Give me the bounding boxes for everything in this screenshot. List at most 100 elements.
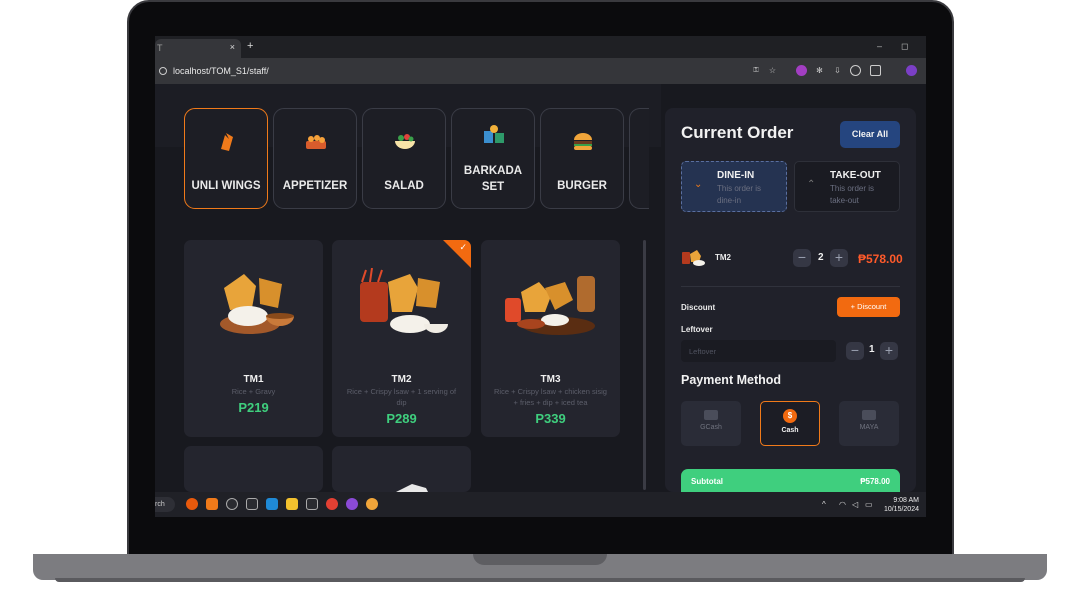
extension-circle-icon[interactable] bbox=[850, 65, 861, 76]
check-icon: ✓ bbox=[459, 242, 467, 252]
subtotal-value: ₱578.00 bbox=[860, 477, 890, 486]
profile-avatar[interactable] bbox=[906, 65, 917, 76]
terminal-icon[interactable] bbox=[246, 498, 258, 510]
chrome-profile-2-icon[interactable] bbox=[366, 498, 378, 510]
browser-tab[interactable]: T × bbox=[155, 39, 241, 58]
volume-icon[interactable]: ◁ bbox=[852, 500, 858, 509]
brave-icon[interactable] bbox=[186, 498, 198, 510]
increase-qty-button[interactable]: + bbox=[830, 249, 848, 267]
category-label: UNLI WINGS bbox=[191, 180, 261, 192]
partial-food-image bbox=[396, 484, 428, 492]
order-type-dine-in[interactable]: ⌄ DINE-IN This order is dine-in bbox=[681, 161, 787, 212]
chevron-down-icon: ⌄ bbox=[694, 179, 703, 190]
vscode-icon[interactable] bbox=[266, 498, 278, 510]
taskbar-clock[interactable]: 9:08 AM 10/15/2024 bbox=[884, 496, 919, 514]
url-field[interactable]: localhost/TOM_S1/staff/ bbox=[159, 66, 269, 76]
category-barkada-set[interactable]: BARKADA SET bbox=[451, 108, 535, 209]
category-burger[interactable]: BURGER bbox=[540, 108, 624, 209]
product-price: P289 bbox=[386, 411, 417, 426]
laptop-notch bbox=[473, 554, 607, 565]
category-salad[interactable]: SALAD bbox=[362, 108, 446, 209]
leftover-label: Leftover bbox=[681, 325, 713, 334]
order-item-price: ₱578.00 bbox=[858, 252, 903, 266]
order-type-take-out[interactable]: ⌃ TAKE-OUT This order is take-out bbox=[794, 161, 900, 212]
product-price: P219 bbox=[238, 400, 269, 415]
payment-maya[interactable]: MAYA bbox=[839, 401, 899, 446]
battery-icon[interactable]: ▭ bbox=[865, 500, 873, 509]
leftover-input[interactable]: Leftover bbox=[681, 340, 836, 362]
wallet-icon bbox=[862, 410, 876, 420]
category-label: BARKADA SET bbox=[463, 165, 523, 193]
site-info-icon[interactable] bbox=[159, 67, 167, 75]
burger-icon bbox=[569, 129, 597, 153]
leftover-increase-button[interactable]: + bbox=[880, 342, 898, 360]
tm2-food-image bbox=[360, 268, 448, 333]
tm3-food-image bbox=[505, 276, 595, 335]
extension-gear-icon[interactable]: ✻ bbox=[814, 65, 825, 76]
product-name: TM1 bbox=[243, 374, 264, 385]
order-type-desc: This order is take-out bbox=[830, 184, 875, 205]
tray-overflow-icon[interactable]: ^ bbox=[822, 500, 826, 509]
pos-app: UNLI WINGS APPETIZER SALAD BARKADA SET B… bbox=[155, 84, 926, 492]
appetizer-icon bbox=[302, 129, 330, 153]
tab-close-icon[interactable]: × bbox=[230, 42, 235, 52]
clock-date: 10/15/2024 bbox=[883, 506, 919, 513]
wings-icon bbox=[213, 129, 241, 153]
browser-titlebar: T × + – ◻ bbox=[155, 36, 926, 58]
payment-label: Cash bbox=[781, 427, 799, 434]
wifi-icon[interactable]: ◠ bbox=[839, 500, 846, 509]
order-item-name: TM2 bbox=[715, 253, 731, 262]
card-icon bbox=[704, 410, 718, 420]
bookmark-star-icon[interactable]: ☆ bbox=[767, 65, 778, 76]
product-scrollbar[interactable] bbox=[643, 240, 646, 490]
search-text: rch bbox=[155, 501, 165, 508]
extensions-puzzle-icon[interactable] bbox=[870, 65, 881, 76]
salad-icon bbox=[391, 129, 419, 153]
order-type-desc: This order is dine-in bbox=[717, 184, 762, 205]
taskbar-search[interactable]: rch bbox=[155, 497, 175, 512]
product-price: P339 bbox=[535, 411, 566, 426]
order-type-title: TAKE-OUT bbox=[830, 170, 881, 181]
leftover-decrease-button[interactable]: − bbox=[846, 342, 864, 360]
product-card-tm3[interactable]: TM3 Rice + Crispy lsaw + chicken sisig +… bbox=[481, 240, 620, 437]
payment-label: MAYA bbox=[859, 424, 879, 431]
chrome-profile-icon[interactable] bbox=[346, 498, 358, 510]
clear-all-button[interactable]: Clear All bbox=[840, 121, 900, 148]
xampp-icon[interactable] bbox=[206, 498, 218, 510]
category-unli-wings[interactable]: UNLI WINGS bbox=[184, 108, 268, 209]
order-item-qty: 2 bbox=[818, 252, 824, 263]
new-tab-button[interactable]: + bbox=[247, 40, 253, 52]
product-card-partial[interactable] bbox=[332, 446, 471, 492]
category-label: SALAD bbox=[384, 180, 424, 192]
file-explorer-icon[interactable] bbox=[286, 498, 298, 510]
decrease-qty-button[interactable]: − bbox=[793, 249, 811, 267]
chevron-up-icon: ⌃ bbox=[807, 179, 816, 190]
payment-method-title: Payment Method bbox=[681, 373, 782, 387]
payment-cash[interactable]: $ Cash bbox=[760, 401, 820, 446]
password-key-icon[interactable]: ⚿ bbox=[750, 65, 762, 76]
category-appetizer[interactable]: APPETIZER bbox=[273, 108, 357, 209]
product-card-tm1[interactable]: TM1 Rice + Gravy P219 bbox=[184, 240, 323, 437]
github-icon[interactable] bbox=[226, 498, 238, 510]
dollar-icon: $ bbox=[783, 409, 797, 423]
subtotal-label: Subtotal bbox=[691, 477, 723, 486]
order-item-row: TM2 − 2 + ₱578.00 bbox=[681, 248, 903, 268]
category-partial[interactable] bbox=[629, 108, 649, 209]
order-item-thumbnail bbox=[682, 250, 705, 266]
tm1-food-image bbox=[220, 274, 294, 334]
chrome-icon[interactable] bbox=[326, 498, 338, 510]
category-label: APPETIZER bbox=[282, 180, 348, 192]
extension-download-icon[interactable]: ⇩ bbox=[832, 65, 843, 76]
product-card-partial[interactable] bbox=[184, 446, 323, 492]
payment-gcash[interactable]: GCash bbox=[681, 401, 741, 446]
product-card-tm2[interactable]: ✓ TM2 Rice + Crispy lsaw + 1 serving of … bbox=[332, 240, 471, 437]
minimize-button[interactable]: – bbox=[877, 41, 882, 51]
address-bar: localhost/TOM_S1/staff/ ⚿ ☆ ✻ ⇩ bbox=[155, 58, 926, 84]
add-discount-button[interactable]: + Discount bbox=[837, 297, 900, 317]
extension-icon[interactable] bbox=[796, 65, 807, 76]
order-title: Current Order bbox=[681, 123, 794, 142]
notion-icon[interactable] bbox=[306, 498, 318, 510]
barkada-set-icon bbox=[480, 123, 508, 147]
maximize-button[interactable]: ◻ bbox=[901, 41, 908, 52]
subtotal-bar: Subtotal ₱578.00 bbox=[681, 469, 900, 492]
